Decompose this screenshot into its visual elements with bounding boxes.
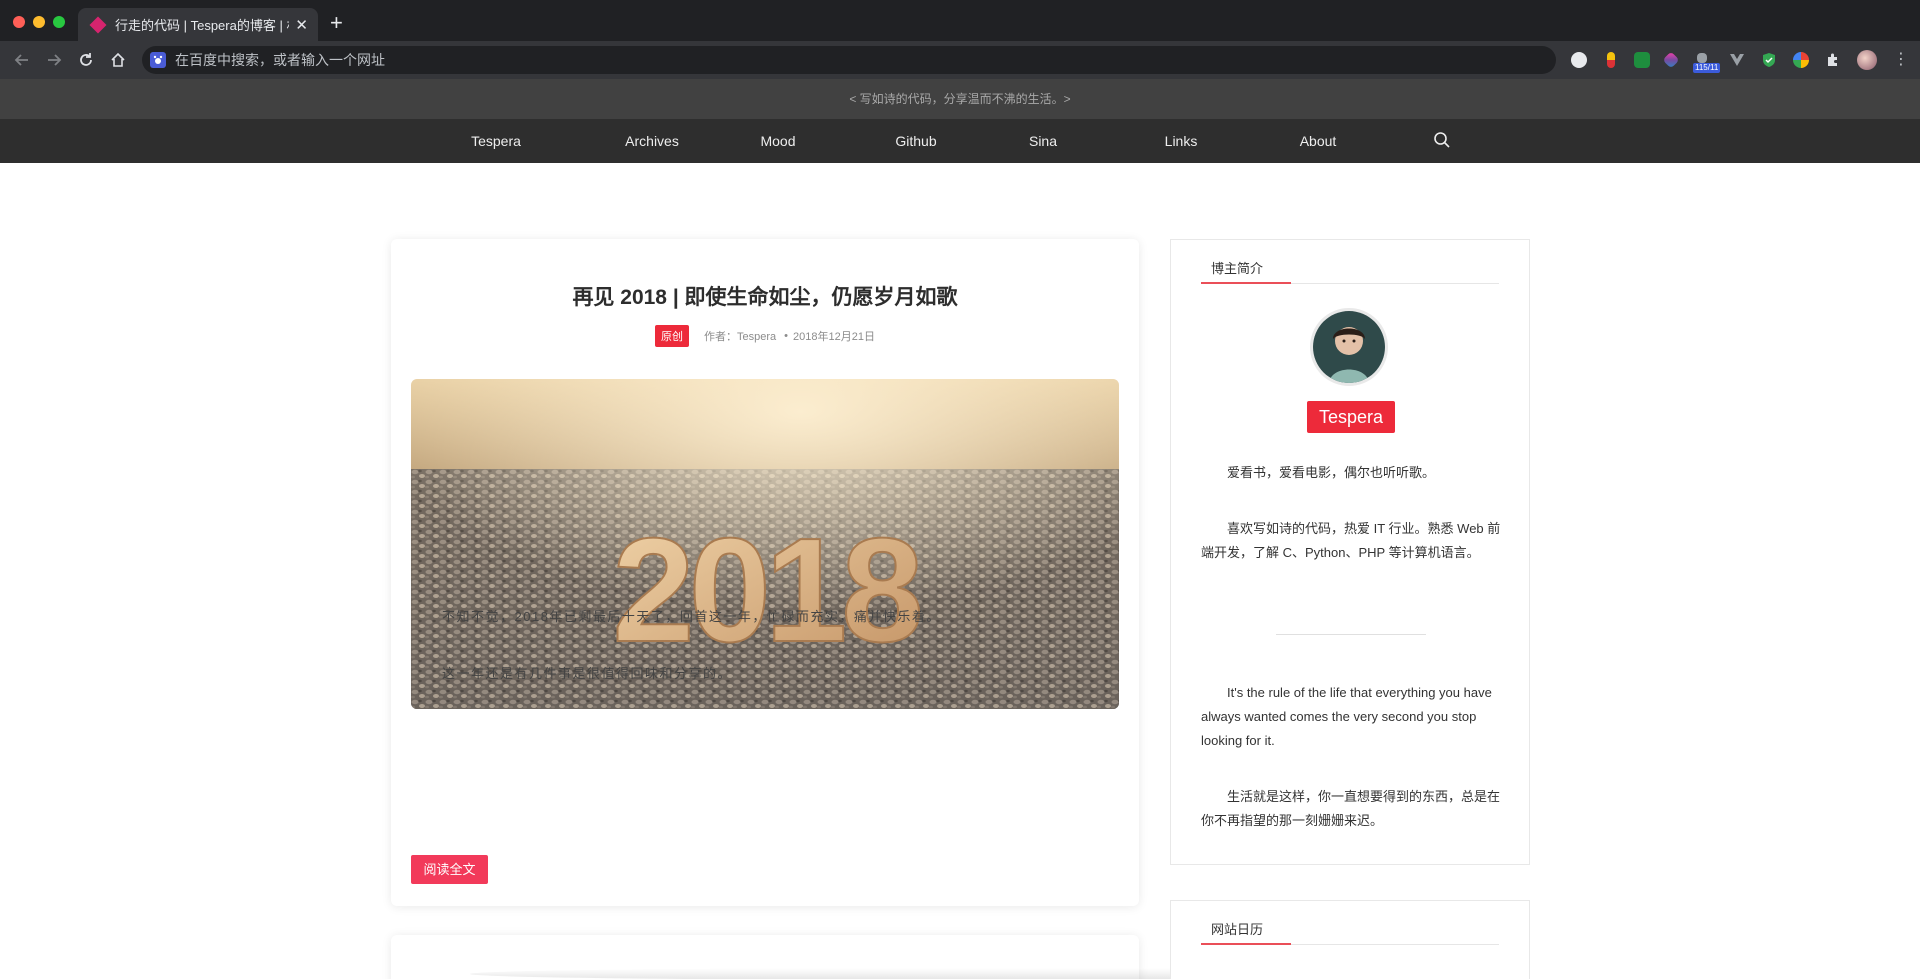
extension-icon-4[interactable] <box>1662 51 1680 69</box>
author-name-badge[interactable]: Tespera <box>1307 401 1395 433</box>
nav-item-links[interactable]: Links <box>1165 119 1198 163</box>
close-window-button[interactable] <box>13 16 25 28</box>
site-topbar: < 写如诗的代码，分享温而不沸的生活。> <box>0 79 1920 119</box>
bio-line-2: 喜欢写如诗的代码，热爱 IT 行业。熟悉 Web 前端开发，了解 C、Pytho… <box>1201 521 1501 560</box>
post-excerpt-1: 不知不觉，2018年已剩最后十天了，回首这一年，忙碌而充实，痛并快乐着。 <box>442 609 941 624</box>
site-slogan: < 写如诗的代码，分享温而不沸的生活。> <box>849 92 1071 106</box>
maximize-window-button[interactable] <box>53 16 65 28</box>
post-excerpt-2: 这一年还是有几件事是很值得回味和分享的。 <box>442 666 733 681</box>
nav-item-archives[interactable]: Archives <box>625 119 679 163</box>
baidu-search-icon <box>150 52 166 68</box>
tab-title: 行走的代码 | Tespera的博客 | 林 <box>115 18 290 33</box>
nav-item-about[interactable]: About <box>1300 119 1337 163</box>
extension-icon-2[interactable] <box>1607 52 1615 68</box>
new-tab-button[interactable]: + <box>330 12 343 34</box>
browser-tab-active[interactable]: 行走的代码 | Tespera的博客 | 林 ✕ <box>78 8 318 41</box>
post-cover-image[interactable]: 2018 <box>411 379 1119 709</box>
post-title[interactable]: 再见 2018 | 即使生命如尘，仍愿岁月如歌 <box>391 281 1139 311</box>
bio-line-1: 爱看书，爱看电影，偶尔也听听歌。 <box>1227 465 1436 480</box>
post-card: 再见 2018 | 即使生命如尘，仍愿岁月如歌 原创 作者：Tespera • … <box>391 239 1139 906</box>
bio-line-3: It's the rule of the life that everythin… <box>1201 685 1492 748</box>
widget-title-underline <box>1201 943 1291 945</box>
nav-item-sina[interactable]: Sina <box>1029 119 1057 163</box>
cover-image-year: 2018 <box>612 508 919 673</box>
bio-divider <box>1276 634 1426 635</box>
post-date: 2018年12月21日 <box>793 331 875 343</box>
nav-item-mood[interactable]: Mood <box>760 119 795 163</box>
minimize-window-button[interactable] <box>33 16 45 28</box>
calendar-widget-title: 网站日历 <box>1211 922 1264 937</box>
calendar-widget-header: 网站日历 <box>1201 919 1499 945</box>
extension-icon-5[interactable] <box>1697 53 1707 63</box>
post-meta: 原创 作者：Tespera • 2018年12月21日 <box>391 325 1139 347</box>
profile-widget-header: 博主简介 <box>1201 258 1499 284</box>
nav-item-tespera[interactable]: Tespera <box>471 119 521 163</box>
browser-menu-icon[interactable]: ⋮ <box>1893 50 1909 70</box>
home-icon[interactable] <box>107 49 129 71</box>
calendar-widget: 网站日历 <box>1170 900 1530 979</box>
extensions-puzzle-icon[interactable] <box>1825 52 1841 68</box>
browser-toolbar: 在百度中搜索，或者输入一个网址 <box>0 41 1920 79</box>
site-favicon-icon <box>89 16 107 33</box>
meta-separator: • <box>784 330 789 342</box>
vue-devtools-icon[interactable] <box>1729 52 1745 68</box>
bio-line-4: 生活就是这样，你一直想要得到的东西，总是在你不再指望的那一刻姗姗来迟。 <box>1201 789 1501 828</box>
color-picker-icon[interactable] <box>1793 52 1809 68</box>
author-avatar[interactable] <box>1310 308 1388 386</box>
original-badge: 原创 <box>655 325 690 347</box>
reload-icon[interactable] <box>75 49 97 71</box>
address-bar[interactable]: 在百度中搜索，或者输入一个网址 <box>142 46 1556 74</box>
close-tab-icon[interactable]: ✕ <box>295 16 308 34</box>
widget-title-underline <box>1201 282 1291 284</box>
back-arrow-icon[interactable] <box>11 49 33 71</box>
nav-item-github[interactable]: Github <box>895 119 936 163</box>
site-navbar: Tespera Archives Mood Github Sina Links … <box>0 119 1920 163</box>
address-bar-placeholder: 在百度中搜索，或者输入一个网址 <box>175 52 385 68</box>
browser-tabbar: 行走的代码 | Tespera的博客 | 林 ✕ + <box>0 0 1920 41</box>
search-icon[interactable] <box>1433 131 1451 154</box>
extension-icon-3[interactable] <box>1634 52 1650 68</box>
profile-avatar-icon[interactable] <box>1857 50 1877 70</box>
post-author: 作者：Tespera <box>704 331 777 343</box>
read-more-button[interactable]: 阅读全文 <box>411 855 488 884</box>
extension-badge: 115/11 <box>1693 63 1721 73</box>
profile-widget: 博主简介 Tespera 爱看书，爱看电影，偶尔也听听歌。 喜欢写如诗的代码，热… <box>1170 239 1530 865</box>
extension-icon-1[interactable] <box>1571 52 1587 68</box>
forward-arrow-icon[interactable] <box>43 49 65 71</box>
profile-widget-title: 博主简介 <box>1211 261 1264 276</box>
shield-icon[interactable] <box>1761 52 1777 68</box>
